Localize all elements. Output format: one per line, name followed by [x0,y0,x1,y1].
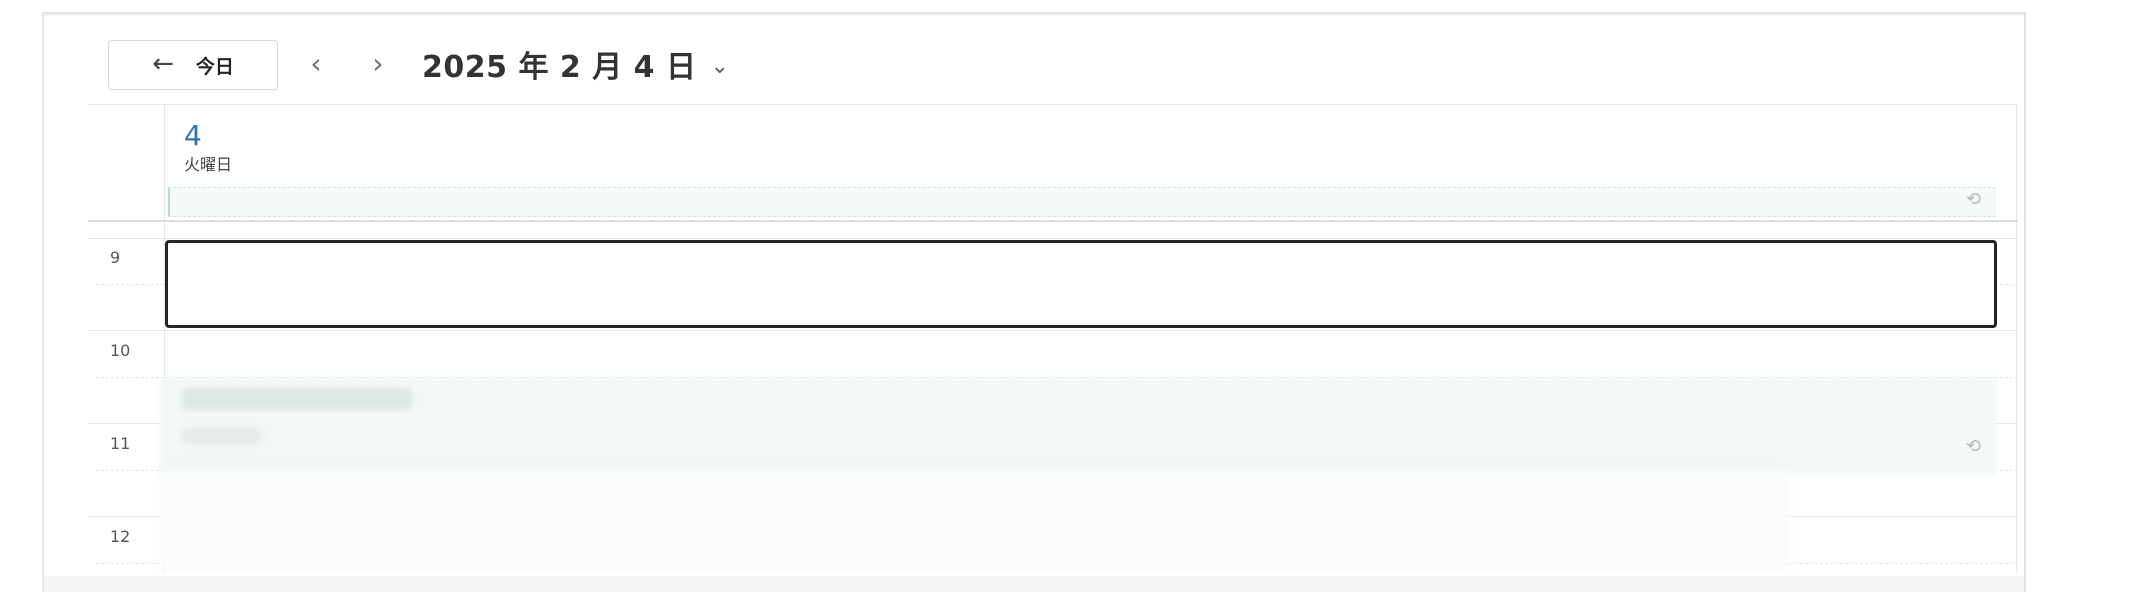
all-day-divider [88,220,2018,222]
current-date-title: 2025 年 2 月 4 日 [422,50,697,85]
calendar-event[interactable] [160,378,1996,474]
hour-label-11: 11 [110,434,131,453]
hour-label-10: 10 [110,341,131,360]
hour-line-9 [88,238,2018,239]
today-label: 今日 [195,55,234,78]
grid-right-border [2016,104,2017,574]
blurred-overlay [160,470,1790,572]
arrow-left-icon: ← [152,48,174,79]
event-detail-redacted [182,428,262,444]
hour-label-9: 9 [110,248,121,267]
chevron-down-icon: ⌄ [710,53,729,79]
all-day-event[interactable] [168,187,1996,217]
date-picker-button[interactable]: 2025 年 2 月 4 日 ⌄ [422,42,729,86]
repeat-icon: ⟲ [1966,436,1982,457]
hour-label-12: 12 [110,527,131,546]
chevron-right-icon: › [372,47,384,80]
next-day-button[interactable]: › [358,44,398,84]
today-button[interactable]: ← 今日 [108,40,278,90]
day-weekday: 火曜日 [184,155,233,174]
previous-day-button[interactable]: ‹ [296,44,336,84]
hour-line-10 [88,330,2018,331]
event-title-redacted [182,388,412,410]
header-divider [88,104,2018,105]
repeat-icon: ⟲ [1966,189,1982,210]
day-number[interactable]: 4 [184,122,202,150]
chevron-left-icon: ‹ [310,47,322,80]
selected-time-slot[interactable] [165,240,1997,328]
